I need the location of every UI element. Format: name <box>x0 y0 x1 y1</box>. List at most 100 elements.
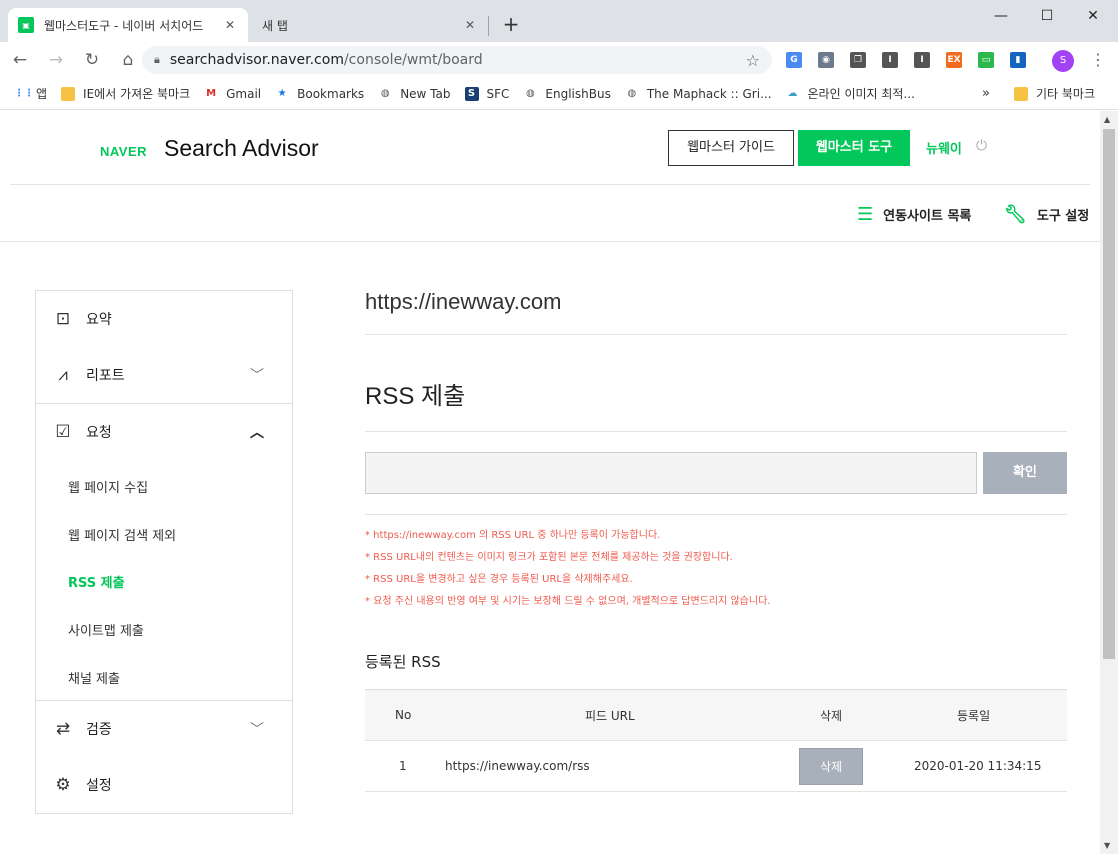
sidebar-subitem-channel-submit[interactable]: 채널 제출 <box>68 668 120 687</box>
bookmark-label: Bookmarks <box>297 86 365 101</box>
chrome-menu-icon[interactable]: ⋮ <box>1090 48 1106 72</box>
bookmark-maphack[interactable]: ◍ The Maphack :: Gri... <box>625 87 771 101</box>
bookmark-star-icon[interactable]: ☆ <box>746 51 760 70</box>
bookmark-gmail[interactable]: M Gmail <box>204 87 261 101</box>
minimize-icon[interactable]: — <box>978 2 1024 30</box>
row-delete-cell: 삭제 <box>799 741 863 791</box>
brand-title[interactable]: Search Advisor <box>164 135 319 162</box>
url-text: searchadvisor.naver.com/console/wmt/boar… <box>170 52 746 68</box>
sidebar-item-label: 검증 <box>86 722 112 738</box>
url-path: /console/wmt/board <box>343 52 483 68</box>
address-bar[interactable]: 🔒︎ searchadvisor.naver.com/console/wmt/b… <box>142 46 772 74</box>
sidebar-subitem-page-exclude[interactable]: 웹 페이지 검색 제외 <box>68 525 176 544</box>
bookmark-ie[interactable]: IE에서 가져온 북마크 <box>61 85 190 102</box>
sidebar-item-summary[interactable]: ⊡ 요약 <box>36 291 292 347</box>
back-icon[interactable]: ← <box>4 44 36 76</box>
note-line: * 요청 주신 내용의 반영 여부 및 시기는 보장해 드릴 수 없으며, 개별… <box>365 596 771 607</box>
extension-i-icon[interactable]: I <box>882 52 898 68</box>
home-icon[interactable]: ⌂ <box>112 44 144 76</box>
table-header: No 피드 URL 삭제 등록일 <box>365 689 1067 741</box>
site-list-label: 연동사이트 목록 <box>883 209 972 224</box>
extension-copy-icon[interactable]: ❐ <box>850 52 866 68</box>
chevron-down-icon[interactable]: ﹀ <box>250 719 264 739</box>
extension-ex-icon[interactable]: EX <box>946 52 962 68</box>
close-window-icon[interactable]: ✕ <box>1070 2 1116 30</box>
extension-screen-icon[interactable]: ▭ <box>978 52 994 68</box>
divider <box>365 514 1067 515</box>
tab-new[interactable]: 새 탭 ✕ <box>252 8 488 42</box>
bookmark-englishbus[interactable]: ◍ EnglishBus <box>523 86 611 101</box>
folder-icon <box>61 86 76 101</box>
summary-board-icon: ⊡ <box>55 309 71 329</box>
header-delete: 삭제 <box>820 708 843 723</box>
tab-active[interactable]: ▣ 웹마스터도구 - 네이버 서치어드 ✕ <box>8 8 248 42</box>
tab-close-icon[interactable]: ✕ <box>222 18 238 32</box>
extension-flag-icon[interactable]: ▮ <box>1010 52 1026 68</box>
sidebar-item-verify[interactable]: ⇄ 검증 ﹀ <box>36 701 292 757</box>
browser-tabstrip: ▣ 웹마스터도구 - 네이버 서치어드 ✕ 새 탭 ✕ + — ☐ ✕ <box>0 0 1118 42</box>
bookmark-other[interactable]: 기타 북마크 <box>1014 85 1095 102</box>
naver-favicon-icon: ▣ <box>18 17 34 33</box>
rss-url-input[interactable] <box>365 452 977 494</box>
sidebar-item-label: 요청 <box>86 425 112 441</box>
bookmark-apps[interactable]: ⋮⋮ 앱 <box>14 85 47 102</box>
site-list-link[interactable]: ☰ 연동사이트 목록 <box>857 204 971 225</box>
extension-i2-icon[interactable]: I <box>914 52 930 68</box>
bookmarks-overflow-icon[interactable]: » <box>982 86 990 101</box>
confirm-button[interactable]: 확인 <box>983 452 1067 494</box>
sidebar-item-label: 설정 <box>86 778 112 794</box>
sidebar-item-report[interactable]: ⩘ 리포트 ﹀ <box>36 347 292 403</box>
page-scrollbar[interactable]: ▲ ▼ <box>1100 111 1118 854</box>
bookmark-bookmarks[interactable]: ★ Bookmarks <box>275 86 365 101</box>
bookmark-newtab[interactable]: ◍ New Tab <box>378 87 451 101</box>
delete-button[interactable]: 삭제 <box>799 747 863 785</box>
forward-icon[interactable]: → <box>40 44 72 76</box>
logout-power-icon[interactable]: ⏻ <box>976 138 987 154</box>
sidebar-subitem-rss-submit[interactable]: RSS 제출 <box>68 572 125 591</box>
registered-rss-table: No 피드 URL 삭제 등록일 1 https://inewway.com/r… <box>365 689 1067 792</box>
header-date: 등록일 <box>957 708 991 723</box>
row-date: 2020-01-20 11:34:15 <box>914 759 1042 773</box>
gear-icon: ⚙ <box>55 775 71 795</box>
extension-search-icon[interactable]: ◉ <box>818 52 834 68</box>
tab-close-icon[interactable]: ✕ <box>462 18 478 32</box>
page-title: RSS 제출 <box>365 383 466 410</box>
bookmark-label: 온라인 이미지 최적... <box>807 87 915 101</box>
scrollbar-thumb[interactable] <box>1103 129 1115 659</box>
globe-icon: ◍ <box>526 87 535 99</box>
chevron-up-icon[interactable]: ︿ <box>250 422 264 442</box>
reload-icon[interactable]: ↻ <box>76 44 108 76</box>
browser-toolbar: ← → ↻ ⌂ 🔒︎ searchadvisor.naver.com/conso… <box>0 42 1118 78</box>
sub-navigation: ☰ 연동사이트 목록 🔧︎ 도구 설정 <box>0 186 1100 242</box>
star-icon: ★ <box>277 87 287 99</box>
bookmark-sfc[interactable]: S SFC <box>464 86 509 101</box>
sidebar-item-request[interactable]: ☑ 요청 ︿ <box>36 404 292 460</box>
chevron-down-icon[interactable]: ﹀ <box>250 365 264 385</box>
bookmark-image-optimizer[interactable]: ☁ 온라인 이미지 최적... <box>786 85 915 102</box>
site-url-heading: https://inewway.com <box>365 289 562 314</box>
bookmark-label: EnglishBus <box>545 86 611 101</box>
profile-avatar[interactable]: S <box>1052 50 1074 72</box>
maximize-icon[interactable]: ☐ <box>1024 2 1070 30</box>
scroll-down-icon[interactable]: ▼ <box>1104 841 1110 850</box>
scroll-up-icon[interactable]: ▲ <box>1104 115 1110 124</box>
webmaster-guide-button[interactable]: 웹마스터 가이드 <box>668 130 794 166</box>
apps-icon: ⋮⋮ <box>14 87 34 99</box>
naver-logo[interactable]: NAVER <box>100 144 147 159</box>
sidebar-subitem-page-collect[interactable]: 웹 페이지 수집 <box>68 477 148 496</box>
note-line: * RSS URL을 변경하고 싶은 경우 등록된 URL을 삭제해주세요. <box>365 574 633 585</box>
tab-title: 새 탭 <box>262 18 288 33</box>
user-name[interactable]: 뉴웨이 <box>926 138 962 157</box>
extension-translate-icon[interactable]: G <box>786 52 802 68</box>
note-line: * https://inewway.com 의 RSS URL 중 하나만 등록… <box>365 530 661 541</box>
divider <box>365 431 1067 432</box>
globe-icon: ◍ <box>627 87 637 99</box>
sidebar-subitem-sitemap-submit[interactable]: 사이트맵 제출 <box>68 620 144 639</box>
sidebar-item-settings[interactable]: ⚙ 설정 <box>36 757 292 813</box>
webmaster-tool-button[interactable]: 웹마스터 도구 <box>798 130 910 166</box>
tab-separator <box>488 16 489 36</box>
new-tab-button[interactable]: + <box>498 12 524 38</box>
gmail-icon: M <box>206 87 217 99</box>
swap-arrows-icon: ⇄ <box>55 719 71 739</box>
tool-settings-link[interactable]: 🔧︎ 도구 설정 <box>1004 204 1089 225</box>
